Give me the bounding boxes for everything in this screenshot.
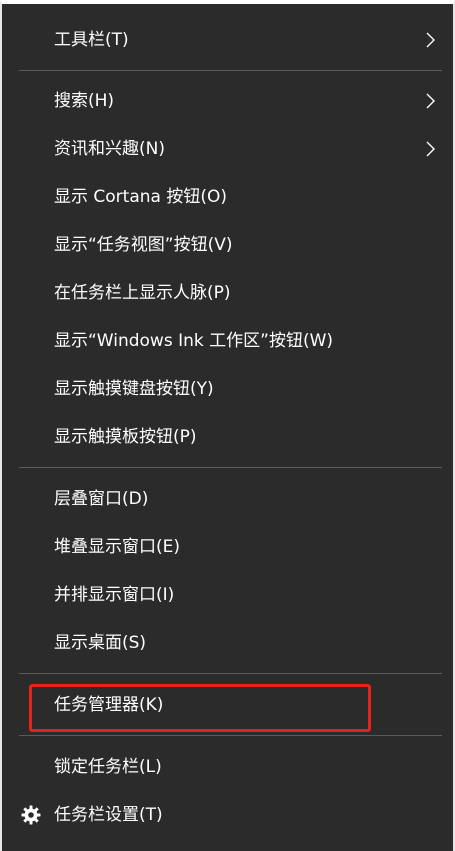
menu-item-task-manager[interactable]: 任务管理器(K) — [2, 685, 453, 725]
menu-item-label: 堆叠显示窗口(E) — [54, 537, 181, 557]
chevron-right-icon — [421, 92, 439, 110]
menu-item-label: 在任务栏上显示人脉(P) — [54, 283, 231, 303]
menu-separator — [19, 467, 442, 468]
menu-item-label: 显示 Cortana 按钮(O) — [54, 187, 227, 207]
menu-item-search[interactable]: 搜索(H) — [2, 81, 453, 121]
menu-separator — [19, 70, 442, 71]
menu-item-show-windows-ink-button[interactable]: 显示“Windows Ink 工作区”按钮(W) — [2, 321, 453, 361]
menu-item-label: 锁定任务栏(L) — [54, 757, 162, 777]
menu-item-show-task-view-button[interactable]: 显示“任务视图”按钮(V) — [2, 225, 453, 265]
menu-item-taskbar-settings[interactable]: 任务栏设置(T) — [2, 795, 453, 835]
menu-item-label: 并排显示窗口(I) — [54, 585, 175, 605]
menu-item-label: 显示触摸板按钮(P) — [54, 427, 197, 447]
menu-item-label: 搜索(H) — [54, 91, 115, 111]
chevron-right-icon — [421, 31, 439, 49]
menu-item-label: 显示桌面(S) — [54, 633, 147, 653]
menu-item-show-desktop[interactable]: 显示桌面(S) — [2, 623, 453, 663]
menu-item-show-touch-keyboard-button[interactable]: 显示触摸键盘按钮(Y) — [2, 369, 453, 409]
menu-item-label: 层叠窗口(D) — [54, 489, 149, 509]
menu-item-label: 显示触摸键盘按钮(Y) — [54, 379, 214, 399]
menu-item-label: 工具栏(T) — [54, 30, 129, 50]
menu-item-show-cortana-button[interactable]: 显示 Cortana 按钮(O) — [2, 177, 453, 217]
menu-item-show-people[interactable]: 在任务栏上显示人脉(P) — [2, 273, 453, 313]
menu-item-label: 任务管理器(K) — [54, 695, 164, 715]
menu-item-label: 显示“任务视图”按钮(V) — [54, 235, 233, 255]
menu-item-news-interests[interactable]: 资讯和兴趣(N) — [2, 129, 453, 169]
menu-item-show-touchpad-button[interactable]: 显示触摸板按钮(P) — [2, 417, 453, 457]
menu-item-label: 显示“Windows Ink 工作区”按钮(W) — [54, 331, 334, 351]
menu-item-side-by-side-windows[interactable]: 并排显示窗口(I) — [2, 575, 453, 615]
menu-item-label: 任务栏设置(T) — [54, 805, 163, 825]
menu-item-cascade-windows[interactable]: 层叠窗口(D) — [2, 479, 453, 519]
menu-item-toolbars[interactable]: 工具栏(T) — [2, 20, 453, 60]
menu-item-label: 资讯和兴趣(N) — [54, 139, 165, 159]
menu-separator — [19, 735, 442, 736]
chevron-right-icon — [421, 140, 439, 158]
menu-item-lock-taskbar[interactable]: 锁定任务栏(L) — [2, 747, 453, 787]
taskbar-context-menu: 工具栏(T) 搜索(H) 资讯和兴趣(N) 显示 Cortana 按钮(O) 显… — [0, 0, 455, 851]
gear-icon — [21, 805, 41, 825]
menu-item-stack-windows[interactable]: 堆叠显示窗口(E) — [2, 527, 453, 567]
menu-separator — [19, 673, 442, 674]
